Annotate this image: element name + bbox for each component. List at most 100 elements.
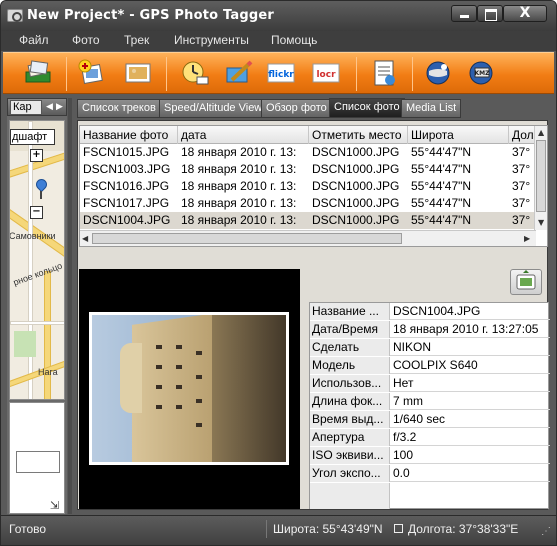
- resize-grip-icon[interactable]: ⇲: [50, 499, 62, 512]
- add-photos-button[interactable]: [77, 58, 107, 88]
- import-photos-icon: [25, 60, 51, 83]
- menu-help[interactable]: Помощь: [271, 33, 317, 47]
- scroll-left-icon[interactable]: ◀: [46, 102, 53, 112]
- zoom-out-button[interactable]: −: [30, 206, 43, 219]
- gps-export-icon: [516, 270, 536, 290]
- property-key: Сделать: [310, 339, 390, 356]
- property-row[interactable]: Дата/Время 18 января 2010 г. 13:27:05: [310, 321, 550, 338]
- property-value: NIKON: [393, 340, 432, 354]
- minimize-button[interactable]: [451, 5, 477, 22]
- scroll-up-icon[interactable]: ▲: [538, 128, 544, 137]
- map-label: Нага: [38, 367, 58, 377]
- property-row[interactable]: Длина фок... 7 mm: [310, 393, 550, 410]
- photo-table: Название фото дата Отметить место Широта…: [79, 125, 548, 247]
- cell-photo-name: FSCN1016.JPG: [83, 179, 170, 193]
- menu-track[interactable]: Трек: [124, 33, 149, 47]
- property-value: DSCN1004.JPG: [393, 304, 481, 318]
- property-key: Угол экспо...: [310, 465, 390, 482]
- status-ready: Готово: [9, 522, 47, 536]
- export-map-button[interactable]: [510, 269, 542, 295]
- property-value: f/3.2: [393, 430, 417, 444]
- status-bar: Готово Широта: 55°43'49"N Долгота: 37°38…: [1, 515, 556, 545]
- property-row[interactable]: Модель COOLPIX S640: [310, 357, 550, 374]
- tab-speed-altitude[interactable]: Speed/Altitude View: [159, 99, 268, 118]
- zoom-in-button[interactable]: +: [30, 149, 43, 162]
- table-header: Название фото дата Отметить место Широта…: [80, 126, 540, 144]
- maximize-button[interactable]: [477, 5, 503, 22]
- cell-place: DSCN1000.JPG: [312, 179, 400, 193]
- map-label: Самовники: [9, 231, 56, 241]
- time-sync-button[interactable]: [179, 58, 209, 88]
- property-key: Модель: [310, 357, 390, 374]
- sidebar-input-field[interactable]: [16, 451, 60, 473]
- tab-track-list[interactable]: Список треков: [77, 99, 161, 118]
- globe-export-icon: [426, 61, 450, 85]
- cell-latitude: 55°44'47"N: [411, 179, 472, 193]
- scrollbar-thumb[interactable]: [92, 233, 402, 244]
- property-row[interactable]: Использов... Нет: [310, 375, 550, 392]
- table-row[interactable]: FSCN1016.JPG 18 января 2010 г. 13: DSCN1…: [80, 178, 540, 195]
- edit-button[interactable]: [224, 58, 254, 88]
- tab-photo-overview[interactable]: Обзор фото: [261, 99, 332, 118]
- scroll-right-icon[interactable]: ▶: [56, 102, 63, 112]
- property-key: ISO эквиви...: [310, 447, 390, 464]
- map-search-input[interactable]: дшафт: [10, 129, 55, 145]
- photo-thumbnail: [89, 312, 289, 465]
- globe-export-button[interactable]: [423, 58, 453, 88]
- photo-album-button[interactable]: [123, 58, 153, 88]
- app-window: New Project* - GPS Photo Tagger X Файл Ф…: [0, 0, 557, 546]
- column-header-name[interactable]: Название фото: [80, 126, 178, 144]
- table-vertical-scrollbar[interactable]: ▲ ▼: [534, 126, 547, 230]
- import-photos-button[interactable]: [23, 58, 53, 88]
- menu-photo[interactable]: Фото: [72, 33, 100, 47]
- property-value: 0.0: [393, 466, 410, 480]
- time-sync-icon: [182, 61, 209, 85]
- property-value: COOLPIX S640: [393, 358, 478, 372]
- cell-photo-name: DSCN1003.JPG: [83, 162, 171, 176]
- property-row[interactable]: Апертура f/3.2: [310, 429, 550, 446]
- scrollbar-thumb[interactable]: [536, 140, 546, 212]
- column-header-date[interactable]: дата: [178, 126, 309, 144]
- main-panel: Список треков Speed/Altitude View Обзор …: [73, 96, 552, 514]
- close-icon: X: [519, 5, 531, 21]
- kmz-export-button[interactable]: KMZ: [466, 58, 496, 88]
- table-row[interactable]: FSCN1017.JPG 18 января 2010 г. 13: DSCN1…: [80, 195, 540, 212]
- resize-grip-icon[interactable]: ⋰: [541, 526, 551, 537]
- status-checkbox[interactable]: [394, 524, 403, 533]
- tab-map[interactable]: Кар: [10, 100, 42, 115]
- property-row[interactable]: Сделать NIKON: [310, 339, 550, 356]
- scroll-down-icon[interactable]: ▼: [538, 218, 544, 227]
- camera-app-icon: [7, 9, 23, 22]
- column-header-place[interactable]: Отметить место: [309, 126, 408, 144]
- scroll-left-icon[interactable]: ◀: [82, 234, 88, 243]
- panel-splitter[interactable]: [68, 98, 72, 514]
- add-photos-icon: [78, 59, 103, 85]
- document-icon: [374, 60, 395, 86]
- property-row[interactable]: Угол экспо... 0.0: [310, 465, 550, 482]
- sidebar-lower-panel: ⇲: [9, 402, 65, 514]
- property-key: Длина фок...: [310, 393, 390, 410]
- property-row[interactable]: Название ... DSCN1004.JPG: [310, 303, 550, 320]
- close-button[interactable]: X: [503, 5, 547, 22]
- locr-upload-button[interactable]: locr: [311, 58, 341, 88]
- map-view[interactable]: дшафт + − Самовники рное кольцо Нага: [9, 120, 65, 400]
- cell-place: DSCN1000.JPG: [312, 213, 400, 227]
- property-row[interactable]: Время выд... 1/640 sec: [310, 411, 550, 428]
- photo-preview: [79, 269, 300, 509]
- document-button[interactable]: [369, 58, 399, 88]
- tab-media-list[interactable]: Media List: [401, 99, 462, 118]
- property-row[interactable]: ISO эквиви... 100: [310, 447, 550, 464]
- tab-photo-list[interactable]: Список фото: [329, 98, 405, 118]
- menu-tools[interactable]: Инструменты: [174, 33, 249, 47]
- table-row[interactable]: DSCN1003.JPG 18 января 2010 г. 13: DSCN1…: [80, 161, 540, 178]
- status-longitude: Долгота: 37°38'33"E: [408, 522, 519, 536]
- table-row[interactable]: FSCN1015.JPG 18 января 2010 г. 13: DSCN1…: [80, 144, 540, 161]
- column-header-latitude[interactable]: Широта: [408, 126, 509, 144]
- locr-icon: locr: [312, 63, 340, 83]
- menu-file[interactable]: Файл: [19, 33, 49, 47]
- scroll-right-icon[interactable]: ▶: [524, 234, 530, 243]
- table-row-selected[interactable]: DSCN1004.JPG 18 января 2010 г. 13: DSCN1…: [80, 212, 540, 229]
- flickr-upload-button[interactable]: flickr: [266, 58, 296, 88]
- cell-place: DSCN1000.JPG: [312, 145, 400, 159]
- table-horizontal-scrollbar[interactable]: ◀ ▶: [80, 230, 536, 246]
